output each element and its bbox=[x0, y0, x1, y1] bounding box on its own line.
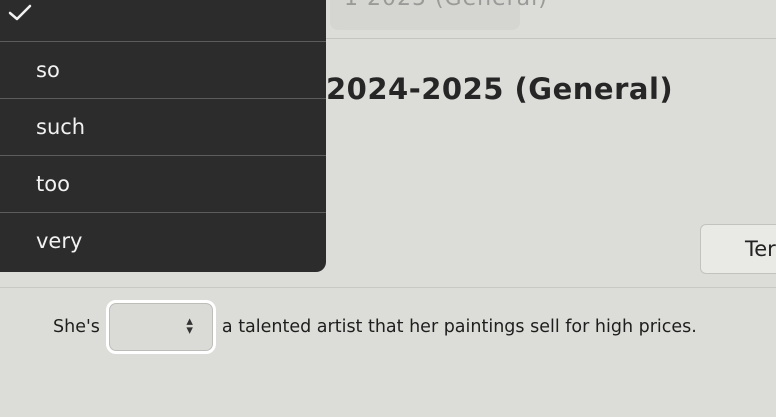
menu-option-so[interactable]: so bbox=[0, 41, 326, 98]
section-divider bbox=[0, 287, 776, 288]
menu-option-very[interactable]: very bbox=[0, 212, 326, 269]
sentence-after: a talented artist that her paintings sel… bbox=[221, 317, 697, 337]
page: 1 2025 (General) 2024-2025 (General) Ter… bbox=[0, 0, 776, 417]
menu-option-label: too bbox=[36, 172, 70, 196]
select-arrows-icon: ▴ ▾ bbox=[186, 314, 193, 338]
menu-option-label: so bbox=[36, 58, 60, 82]
checkmark-icon bbox=[8, 4, 32, 21]
menu-option-such[interactable]: such bbox=[0, 98, 326, 155]
answer-select[interactable]: ▴ ▾ bbox=[105, 300, 216, 354]
question-sentence: She's ▴ ▾ a talented artist that her pain… bbox=[53, 300, 697, 354]
tab-term-label: Ter bbox=[745, 237, 776, 261]
answer-dropdown-menu: so such too very bbox=[0, 0, 326, 272]
menu-option-label: such bbox=[36, 115, 86, 139]
tab-term[interactable]: Ter bbox=[700, 224, 776, 274]
menu-option-label: very bbox=[36, 229, 83, 253]
menu-option-too[interactable]: too bbox=[0, 155, 326, 212]
sentence-before: She's bbox=[53, 317, 100, 337]
course-title: 2024-2025 (General) bbox=[326, 72, 674, 106]
background-faint-title: 1 2025 (General) bbox=[344, 0, 548, 11]
